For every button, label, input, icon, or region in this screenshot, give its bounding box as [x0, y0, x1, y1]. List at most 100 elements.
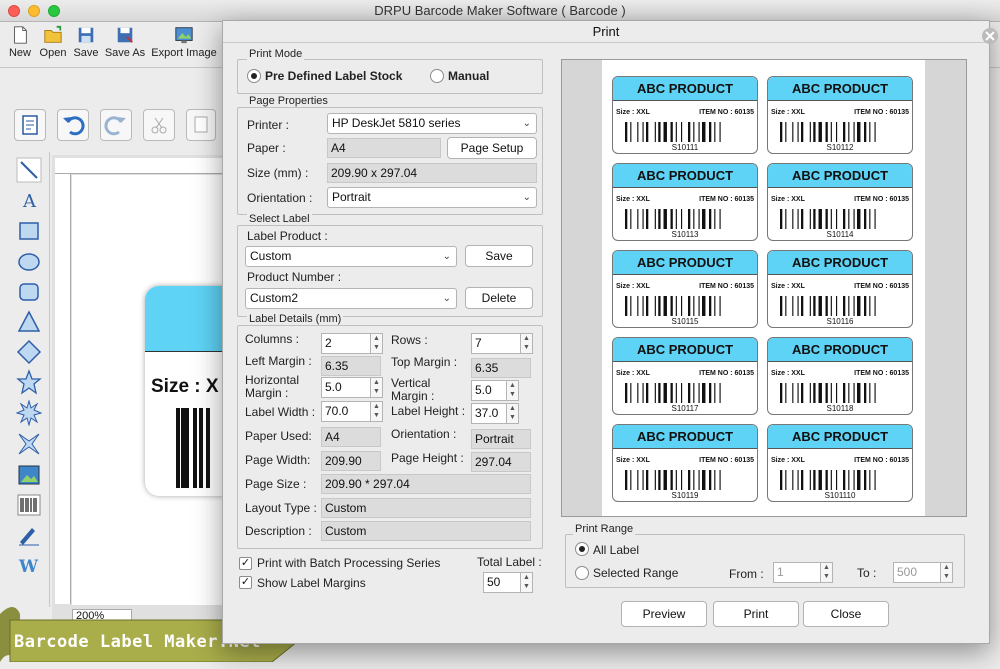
preview-label-barcode — [625, 122, 721, 142]
copy-button[interactable] — [186, 109, 216, 141]
stepper-arrows-icon[interactable]: ▲ ▼ — [820, 563, 832, 582]
word-art-tool-icon[interactable]: W — [16, 552, 42, 578]
star-tool-icon[interactable] — [16, 369, 42, 395]
product-number-value: Custom2 — [250, 291, 299, 305]
show-margins-checkbox[interactable]: ✓ — [239, 576, 252, 589]
product-number-select[interactable]: Custom2 ⌄ — [245, 288, 457, 309]
close-button[interactable]: Close — [803, 601, 889, 627]
page-width-field: 209.90 — [321, 451, 381, 471]
label-height-stepper[interactable]: 37.0 ▲ ▼ — [471, 403, 519, 424]
label-width-stepper[interactable]: 70.0 ▲ ▼ — [321, 401, 383, 422]
save-as-button[interactable]: Save As — [104, 25, 146, 59]
page-setup-button[interactable]: Page Setup — [447, 137, 537, 159]
text-tool-icon[interactable]: A — [16, 187, 42, 213]
close-dialog-icon[interactable] — [980, 24, 1000, 48]
rounded-rectangle-tool-icon[interactable] — [16, 279, 42, 305]
size-field: 209.90 x 297.04 — [327, 163, 537, 183]
properties-button[interactable] — [14, 109, 46, 141]
preview-label-title: ABC PRODUCT — [768, 251, 912, 275]
manual-radio[interactable] — [430, 69, 444, 83]
rectangle-tool-icon[interactable] — [16, 218, 42, 244]
preview-label-item-no: ITEM NO : 60135 — [699, 283, 754, 290]
preview-label-item-no: ITEM NO : 60135 — [854, 283, 909, 290]
zoom-window-button[interactable] — [48, 5, 60, 17]
selected-range-radio[interactable] — [575, 566, 589, 580]
from-label: From : — [729, 567, 764, 581]
orientation-select[interactable]: Portrait ⌄ — [327, 187, 537, 208]
page-width-label: Page Width: — [245, 453, 311, 467]
new-button[interactable]: New — [6, 25, 34, 59]
preview-button[interactable]: Preview — [621, 601, 707, 627]
open-button[interactable]: Open — [38, 25, 68, 59]
starburst-tool-icon[interactable] — [16, 431, 42, 457]
page-height-field: 297.04 — [471, 452, 531, 472]
label-product-select[interactable]: Custom ⌄ — [245, 246, 457, 267]
from-value: 1 — [777, 565, 784, 579]
save-button[interactable]: Save — [72, 25, 100, 59]
top-margin-label: Top Margin : — [391, 355, 458, 369]
from-stepper[interactable]: 1 ▲ ▼ — [773, 562, 833, 583]
description-field: Custom — [321, 521, 531, 541]
show-margins-label: Show Label Margins — [257, 576, 366, 590]
diamond-tool-icon[interactable] — [16, 339, 42, 365]
manual-label: Manual — [448, 69, 490, 83]
ellipse-tool-icon[interactable] — [16, 249, 42, 275]
chevron-down-icon: ⌄ — [522, 118, 531, 129]
label-height-value: 37.0 — [475, 406, 499, 420]
dialog-title: Print — [223, 21, 989, 43]
preview-label-barcode — [625, 470, 721, 490]
preview-label: ABC PRODUCT Size : XXL ITEM NO : 60135 S101… — [767, 424, 913, 502]
columns-label: Columns : — [245, 332, 300, 346]
delete-label-button[interactable]: Delete — [465, 287, 533, 309]
preview-label: ABC PRODUCT Size : XXL ITEM NO : 60135 S101… — [767, 250, 913, 328]
open-label: Open — [39, 47, 67, 59]
stepper-arrows-icon[interactable]: ▲ ▼ — [506, 381, 518, 400]
paper-field: A4 — [327, 138, 441, 158]
preview-label-size: Size : XXL — [771, 457, 805, 464]
columns-stepper[interactable]: 2 ▲ ▼ — [321, 333, 383, 354]
signature-tool-icon[interactable] — [16, 522, 42, 548]
preview-page: ABC PRODUCT Size : XXL ITEM NO : 60135 S101… — [602, 60, 925, 516]
print-button[interactable]: Print — [713, 601, 799, 627]
copy-icon — [194, 116, 208, 133]
stepper-arrows-icon[interactable]: ▲ ▼ — [370, 378, 382, 397]
redo-button[interactable] — [100, 109, 132, 141]
stepper-arrows-icon[interactable]: ▲ ▼ — [940, 563, 952, 582]
predefined-radio[interactable] — [247, 69, 261, 83]
app-titlebar: DRPU Barcode Maker Software ( Barcode ) — [0, 0, 1000, 22]
all-label-radio[interactable] — [575, 542, 589, 556]
predefined-label: Pre Defined Label Stock — [265, 69, 403, 83]
preview-label-barcode — [625, 209, 721, 229]
close-window-button[interactable] — [8, 5, 20, 17]
preview-label-code: S10115 — [671, 317, 699, 326]
printer-select[interactable]: HP DeskJet 5810 series ⌄ — [327, 113, 537, 134]
triangle-tool-icon[interactable] — [16, 309, 42, 335]
stepper-arrows-icon[interactable]: ▲ ▼ — [370, 334, 382, 353]
save-label-button[interactable]: Save — [465, 245, 533, 267]
undo-button[interactable] — [57, 109, 89, 141]
horizontal-ruler — [55, 158, 225, 174]
total-label-stepper[interactable]: 50 ▲ ▼ — [483, 572, 533, 593]
to-stepper[interactable]: 500 ▲ ▼ — [893, 562, 953, 583]
rows-stepper[interactable]: 7 ▲ ▼ — [471, 333, 533, 354]
batch-processing-checkbox[interactable]: ✓ — [239, 557, 252, 570]
vertical-margin-stepper[interactable]: 5.0 ▲ ▼ — [471, 380, 519, 401]
image-tool-icon[interactable] — [16, 462, 42, 488]
stepper-arrows-icon[interactable]: ▲ ▼ — [506, 404, 518, 423]
preview-label-item-no: ITEM NO : 60135 — [854, 196, 909, 203]
line-tool-icon[interactable] — [16, 157, 42, 183]
horizontal-margin-stepper[interactable]: 5.0 ▲ ▼ — [321, 377, 383, 398]
printer-label: Printer : — [247, 118, 290, 132]
save-as-label: Save As — [104, 47, 146, 59]
barcode-tool-icon[interactable] — [16, 492, 42, 518]
stepper-arrows-icon[interactable]: ▲ ▼ — [520, 573, 532, 592]
svg-text:W: W — [18, 557, 39, 577]
minimize-window-button[interactable] — [28, 5, 40, 17]
preview-label: ABC PRODUCT Size : XXL ITEM NO : 60135 S101… — [612, 337, 758, 415]
preview-label-barcode — [780, 296, 876, 316]
cut-button[interactable] — [143, 109, 175, 141]
export-image-button[interactable]: Export Image — [150, 25, 218, 59]
stepper-arrows-icon[interactable]: ▲ ▼ — [520, 334, 532, 353]
stepper-arrows-icon[interactable]: ▲ ▼ — [370, 402, 382, 421]
burst-tool-icon[interactable] — [16, 400, 42, 426]
